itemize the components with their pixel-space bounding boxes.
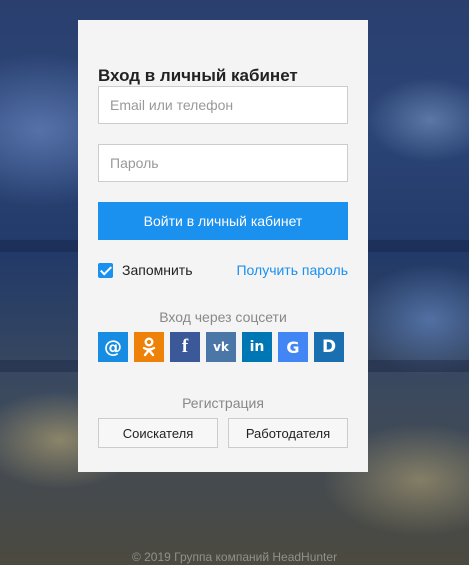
registration-caption: Регистрация bbox=[182, 395, 264, 411]
login-button[interactable]: Войти в личный кабинет bbox=[98, 202, 348, 240]
email-field[interactable] bbox=[98, 86, 348, 124]
register-seeker-button[interactable]: Соискателя bbox=[98, 418, 218, 448]
remember-checkbox-row[interactable]: Запомнить bbox=[98, 262, 193, 278]
mail-login-icon[interactable]: @ bbox=[98, 332, 128, 362]
remember-checkbox[interactable] bbox=[98, 262, 113, 278]
footer-copyright: © 2019 Группа компаний HeadHunter bbox=[131, 550, 338, 564]
remember-label: Запомнить bbox=[122, 262, 193, 278]
social-login-caption: Вход через соцсети bbox=[159, 309, 287, 325]
login-title: Вход в личный кабинет bbox=[98, 66, 298, 85]
linkedin-login-icon[interactable]: in bbox=[242, 332, 272, 362]
headhunter-login-icon[interactable]: D bbox=[314, 332, 344, 362]
login-card: Вход в личный кабинет Войти в личный каб… bbox=[78, 20, 368, 472]
odnoklassniki-icon bbox=[142, 337, 156, 357]
forgot-password-link[interactable]: Получить пароль bbox=[236, 262, 348, 278]
social-login-row: @ f vk in G D bbox=[98, 332, 344, 362]
odnoklassniki-login-icon[interactable] bbox=[134, 332, 164, 362]
register-employer-button[interactable]: Работодателя bbox=[228, 418, 348, 448]
google-login-icon[interactable]: G bbox=[278, 332, 308, 362]
facebook-login-icon[interactable]: f bbox=[170, 332, 200, 362]
password-field[interactable] bbox=[98, 144, 348, 182]
vkontakte-login-icon[interactable]: vk bbox=[206, 332, 236, 362]
